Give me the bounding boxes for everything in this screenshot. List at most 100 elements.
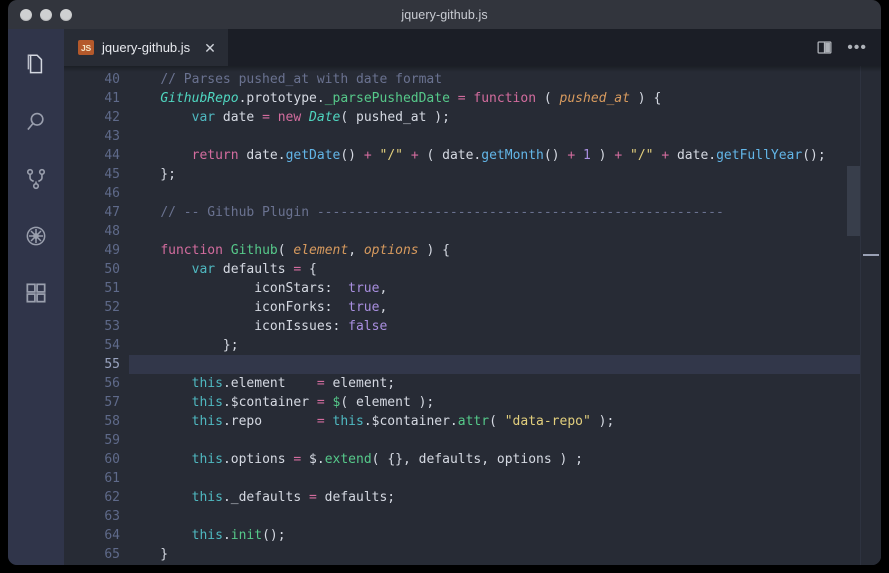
code-line: 50 var defaults = { [64,260,881,279]
tab-jquery-github-js[interactable]: JS jquery-github.js ✕ [64,29,229,66]
line-number: 56 [104,376,120,391]
code-token: true [348,281,380,296]
code-line: 58 this.repo = this.$container.attr( "da… [64,412,881,431]
code-token: function [160,243,223,258]
scrollbar-thumb[interactable] [847,165,860,236]
code-token: false [348,319,388,334]
code-token: ); [590,414,615,429]
line-content: iconIssues: false [129,317,387,336]
code-token: iconForks: [129,300,349,315]
sidebar-item-search[interactable] [18,104,54,140]
line-number: 58 [104,414,120,429]
code-token: this [191,490,223,505]
line-content: var defaults = { [129,260,317,279]
more-actions-icon[interactable]: ••• [847,40,867,55]
code-token: ( [536,91,560,106]
code-token: this [332,414,364,429]
code-token: , [379,300,388,315]
code-token: iconIssues: [129,319,349,334]
line-number: 65 [104,547,120,562]
code-token: .$container [222,395,317,410]
code-token: getFullYear [716,148,803,163]
editor-vertical-scrollbar[interactable] [847,66,860,565]
code-token: ) [590,148,615,163]
line-content: var date = new Date( pushed_at ); [129,108,450,127]
code-token: this [191,452,223,467]
sidebar-item-extensions[interactable] [18,275,54,311]
code-line: 46 [64,184,881,203]
code-token: getDate [285,148,341,163]
code-token: = [262,110,270,125]
line-content: this.init(); [129,526,286,545]
sidebar-item-run-and-debug[interactable] [18,218,54,254]
code-token: 1 [583,148,591,163]
overview-ruler[interactable] [860,66,881,565]
window-body: JS jquery-github.js ✕ ••• 40 // Parses p… [8,29,881,565]
code-line: 61 [64,469,881,488]
line-number: 59 [104,433,120,448]
code-token: getMonth [481,148,544,163]
code-editor[interactable]: 40 // Parses pushed_at with date format 4… [64,66,881,565]
sidebar-item-source-control[interactable] [18,161,54,197]
line-number: 49 [104,243,120,258]
code-line: 56 this.element = element; [64,374,881,393]
code-token: options [363,243,419,258]
code-token: new [277,110,302,125]
close-icon[interactable]: ✕ [204,41,216,55]
code-token: attr [457,414,490,429]
window-title: jquery-github.js [401,7,488,22]
code-token: = [316,376,325,391]
code-token: this [191,414,223,429]
code-token: () [543,148,568,163]
code-token: () [340,148,364,163]
code-token: ( element ); [340,395,435,410]
code-token: date. [669,148,717,163]
editor-actions: ••• [816,29,881,66]
code-token: ( {}, defaults, options ) ; [371,452,583,467]
code-token: var [191,110,216,125]
javascript-file-icon: JS [78,40,94,55]
sidebar-item-explorer[interactable] [18,47,54,83]
line-content: this.options = $.extend( {}, defaults, o… [129,450,583,469]
line-number: 62 [104,490,120,505]
code-token: ._defaults [222,490,310,505]
code-token: // Parses pushed_at with date format [160,72,443,87]
zoom-window-button[interactable] [60,8,72,21]
line-number: 52 [104,300,120,315]
code-token: .options [222,452,294,467]
line-content: // Parses pushed_at with date format [129,70,442,89]
code-token: element; [324,376,396,391]
minimize-window-button[interactable] [40,8,52,21]
current-line-highlight [129,355,881,374]
line-content: } [129,545,168,564]
extensions-icon [23,280,49,306]
code-token: + [363,148,372,163]
code-token: (); [802,148,826,163]
vscode-window: jquery-github.js JS jquery-github.js ✕ •… [8,0,881,565]
editor-tab-bar: JS jquery-github.js ✕ ••• [64,29,881,66]
line-number: 63 [104,509,120,524]
code-line: 53 iconIssues: false [64,317,881,336]
code-token: pushed_at [559,91,630,106]
line-content: this.$container = $( element ); [129,393,435,412]
code-line: 54 }; [64,336,881,355]
close-window-button[interactable] [20,8,32,21]
code-line: 48 [64,222,881,241]
code-token: "/" [379,148,403,163]
code-token: "/" [630,148,654,163]
split-editor-icon[interactable] [816,39,833,56]
line-number: 66 [64,564,120,565]
code-token: = [309,490,317,505]
line-number: 57 [104,395,120,410]
